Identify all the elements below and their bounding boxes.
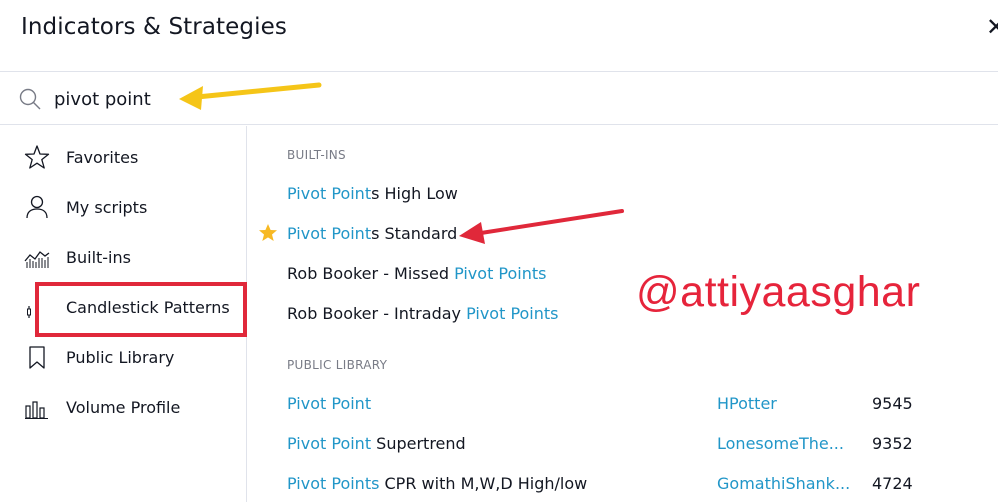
sidebar-item-volume-profile[interactable]: Volume Profile [0,385,246,429]
likes-count: 9352 [872,434,913,453]
list-item[interactable]: Pivot Points Standard [248,215,998,255]
user-icon [26,195,48,219]
dialog-title: Indicators & Strategies [21,14,287,40]
search-input[interactable] [54,85,454,113]
close-icon[interactable]: ✕ [986,12,998,42]
author-link[interactable]: LonesomeThe... [717,434,844,453]
script-name: Pivot Point Supertrend [287,434,466,453]
script-name: Rob Booker - Intraday Pivot Points [287,304,559,323]
dialog-header: Indicators & Strategies ✕ [0,0,998,72]
section-heading-built-ins: BUILT-INS [287,148,346,162]
list-item[interactable]: Pivot Point Supertrend LonesomeThe... 93… [248,425,998,465]
chart-area-icon [24,251,50,268]
sidebar-item-label: Public Library [66,347,175,367]
sidebar-item-label: My scripts [66,197,148,217]
watermark-text: @attiyaasghar [636,268,921,316]
sidebar-item-label: Volume Profile [66,397,181,417]
section-heading-public-library: PUBLIC LIBRARY [287,358,388,372]
star-outline-icon [24,145,50,169]
sidebar-item-built-ins[interactable]: Built-ins [0,235,246,279]
script-name: Pivot Point [287,394,372,413]
search-bar [0,73,998,125]
script-name: Rob Booker - Missed Pivot Points [287,264,547,283]
list-item[interactable]: Pivot Points High Low [248,175,998,215]
author-link[interactable]: HPotter [717,394,777,413]
likes-count: 4724 [872,474,913,493]
script-name: Pivot Points CPR with M,W,D High/low [287,474,588,493]
list-item[interactable]: Pivot Point HPotter 9545 [248,385,998,425]
sidebar-item-favorites[interactable]: Favorites [0,135,246,179]
script-name: Pivot Points High Low [287,184,458,203]
bookmark-icon [29,346,45,369]
script-name: Pivot Points Standard [287,224,458,243]
sidebar-item-label: Built-ins [66,247,131,267]
list-item[interactable]: Pivot Points CPR with M,W,D High/low Gom… [248,465,998,502]
sidebar-item-my-scripts[interactable]: My scripts [0,185,246,229]
volume-bars-icon [25,401,48,419]
search-icon [19,88,41,110]
sidebar-item-label: Favorites [66,147,139,167]
annotation-highlight-box [35,282,247,337]
favorite-star-icon[interactable] [258,223,278,243]
author-link[interactable]: GomathiShank... [717,474,850,493]
likes-count: 9545 [872,394,913,413]
sidebar-item-public-library[interactable]: Public Library [0,335,246,379]
